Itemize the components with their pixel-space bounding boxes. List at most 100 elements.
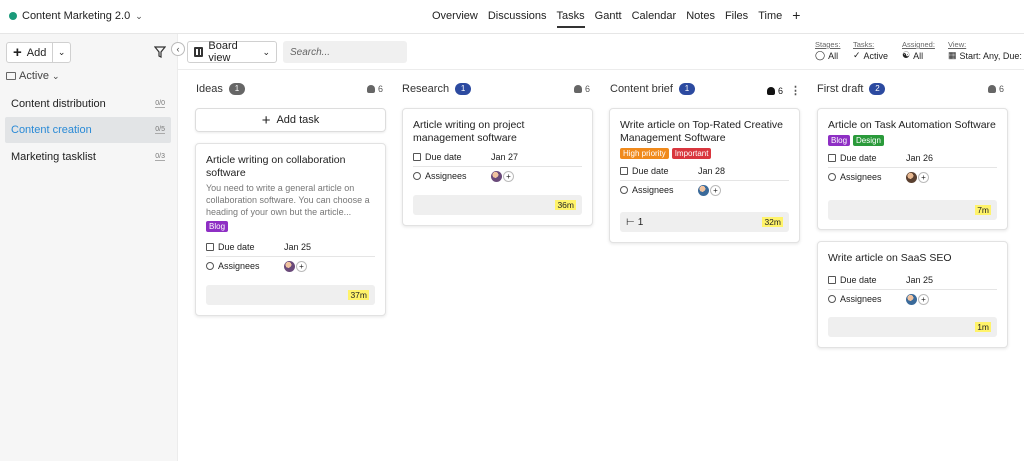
column-members[interactable]: 6 ⋮ xyxy=(767,84,801,97)
sidebar-item-label: Marketing tasklist xyxy=(11,151,96,163)
column-title: Content brief xyxy=(610,83,673,95)
assignees-row[interactable]: Assignees + xyxy=(206,257,375,275)
add-assignee-plus-icon[interactable]: + xyxy=(918,293,929,305)
status-filter-label: Active xyxy=(19,70,49,82)
assigned-filter-value: All xyxy=(913,50,924,61)
time-tracking-row[interactable]: 36m xyxy=(413,195,582,215)
date-view-filter[interactable]: View: ▦ Start: Any, Due: xyxy=(948,40,1022,61)
task-title[interactable]: Article on Task Automation Software xyxy=(828,119,997,132)
due-date-row[interactable]: Due date Jan 25 xyxy=(828,271,997,289)
sidebar-item-marketing-tasklist[interactable]: Marketing tasklist 0/3 xyxy=(5,144,171,170)
task-title[interactable]: Write article on Top-Rated Creative Mana… xyxy=(620,119,789,145)
tab-files[interactable]: Files xyxy=(725,10,748,28)
task-title[interactable]: Article writing on collaboration softwar… xyxy=(206,154,375,180)
assignees-label: Assignees xyxy=(840,172,882,182)
subtask-count[interactable]: ⊢ 1 xyxy=(626,217,643,228)
add-button-group: + Add ⌄ xyxy=(6,42,71,63)
time-tracking-row[interactable]: ⊢ 1 32m xyxy=(620,212,789,232)
tab-notes[interactable]: Notes xyxy=(686,10,715,28)
add-button[interactable]: + Add xyxy=(7,43,54,62)
tab-time[interactable]: Time xyxy=(758,10,782,28)
time-tracking-row[interactable]: 1m xyxy=(828,317,997,337)
chevron-down-icon: ⌄ xyxy=(135,10,143,21)
tag-blog[interactable]: Blog xyxy=(828,135,851,146)
assignees-row[interactable]: Assignees + xyxy=(828,168,997,186)
project-color-dot xyxy=(9,12,17,20)
time-tracking-row[interactable]: 37m xyxy=(206,285,375,305)
tag-blog[interactable]: Blog xyxy=(206,221,229,232)
due-date-row[interactable]: Due date Jan 28 xyxy=(620,162,789,180)
avatar[interactable] xyxy=(284,260,295,272)
tag-important[interactable]: Important xyxy=(671,148,712,159)
search-input[interactable] xyxy=(283,41,407,63)
date-view-filter-value: Start: Any, Due: xyxy=(959,50,1022,61)
avatar[interactable] xyxy=(491,170,502,182)
task-card[interactable]: Write article on Top-Rated Creative Mana… xyxy=(609,108,800,243)
add-assignee-plus-icon[interactable]: + xyxy=(296,260,307,272)
column-members[interactable]: 6 xyxy=(574,84,590,94)
add-task-button[interactable]: + Add task xyxy=(195,108,386,132)
tag-design[interactable]: Design xyxy=(853,135,884,146)
avatar[interactable] xyxy=(906,171,917,183)
due-date-row[interactable]: Due date Jan 25 xyxy=(206,238,375,256)
sidebar-item-label: Content creation xyxy=(11,124,92,136)
column-menu-icon[interactable]: ⋮ xyxy=(790,84,801,97)
assignees-row[interactable]: Assignees + xyxy=(413,167,582,185)
column-members[interactable]: 6 xyxy=(988,84,1004,94)
tab-calendar[interactable]: Calendar xyxy=(632,10,677,28)
task-title[interactable]: Article writing on project management so… xyxy=(413,119,582,145)
due-date-label: Due date xyxy=(425,152,462,162)
task-card[interactable]: Write article on SaaS SEO Due date Jan 2… xyxy=(817,241,1008,348)
tab-overview[interactable]: Overview xyxy=(432,10,478,28)
avatar[interactable] xyxy=(906,293,917,305)
sidebar-item-content-creation[interactable]: Content creation 0/5 xyxy=(5,117,171,143)
board-icon xyxy=(194,47,204,57)
due-date-label: Due date xyxy=(840,275,877,285)
sidebar-item-label: Content distribution xyxy=(11,98,106,110)
task-tags: High priority Important xyxy=(620,148,789,159)
stages-filter[interactable]: Stages: ◯ All xyxy=(815,40,840,61)
add-tab-plus-icon[interactable]: + xyxy=(792,8,800,28)
add-assignee-plus-icon[interactable]: + xyxy=(918,171,929,183)
column-task-count-badge: 1 xyxy=(678,83,695,95)
tab-tasks[interactable]: Tasks xyxy=(556,10,585,28)
column-header-content-brief: Content brief 1 xyxy=(610,83,695,95)
column-members[interactable]: 6 xyxy=(367,84,383,94)
avatar[interactable] xyxy=(698,184,709,196)
task-title[interactable]: Write article on SaaS SEO xyxy=(828,252,997,265)
view-switcher[interactable]: Board view ⌄ xyxy=(187,40,277,64)
collapse-sidebar-chevron-left-icon[interactable]: ‹ xyxy=(171,42,185,56)
task-card[interactable]: Article on Task Automation Software Blog… xyxy=(817,108,1008,230)
filter-icon[interactable] xyxy=(154,46,166,58)
add-task-label: Add task xyxy=(276,114,320,126)
due-date-value: Jan 25 xyxy=(284,242,312,252)
tag-high-priority[interactable]: High priority xyxy=(620,148,669,159)
task-card[interactable]: Article writing on collaboration softwar… xyxy=(195,143,386,316)
tasks-filter-label: Tasks: xyxy=(853,40,875,49)
due-date-label: Due date xyxy=(632,166,669,176)
sidebar-item-count: 0/5 xyxy=(155,126,165,134)
due-date-row[interactable]: Due date Jan 27 xyxy=(413,148,582,166)
tab-gantt[interactable]: Gantt xyxy=(595,10,622,28)
due-date-row[interactable]: Due date Jan 26 xyxy=(828,149,997,167)
tasklist-status-filter[interactable]: Active ⌄ xyxy=(6,70,60,82)
assignees-row[interactable]: Assignees + xyxy=(828,290,997,308)
add-assignee-plus-icon[interactable]: + xyxy=(710,184,721,196)
assigned-filter[interactable]: Assigned: ☯ All xyxy=(902,40,935,61)
project-switcher[interactable]: Content Marketing 2.0 ⌄ xyxy=(9,10,143,22)
calendar-icon xyxy=(828,154,836,162)
tab-discussions[interactable]: Discussions xyxy=(488,10,547,28)
add-assignee-plus-icon[interactable]: + xyxy=(503,170,514,182)
sidebar-item-content-distribution[interactable]: Content distribution 0/0 xyxy=(5,91,171,117)
assignees-row[interactable]: Assignees + xyxy=(620,181,789,199)
assigned-filter-label: Assigned: xyxy=(902,40,935,49)
time-tracking-row[interactable]: 7m xyxy=(828,200,997,220)
add-dropdown-chevron-icon[interactable]: ⌄ xyxy=(53,47,70,58)
tasks-filter[interactable]: Tasks: ✓ Active xyxy=(853,40,888,61)
sidebar: + Add ⌄ Active ⌄ Content distribution 0/… xyxy=(0,34,178,461)
logged-time: 36m xyxy=(555,200,576,210)
task-description: You need to write a general article on c… xyxy=(206,183,370,217)
task-card[interactable]: Article writing on project management so… xyxy=(402,108,593,226)
due-date-label: Due date xyxy=(840,153,877,163)
project-nav: Overview Discussions Tasks Gantt Calenda… xyxy=(432,8,800,28)
